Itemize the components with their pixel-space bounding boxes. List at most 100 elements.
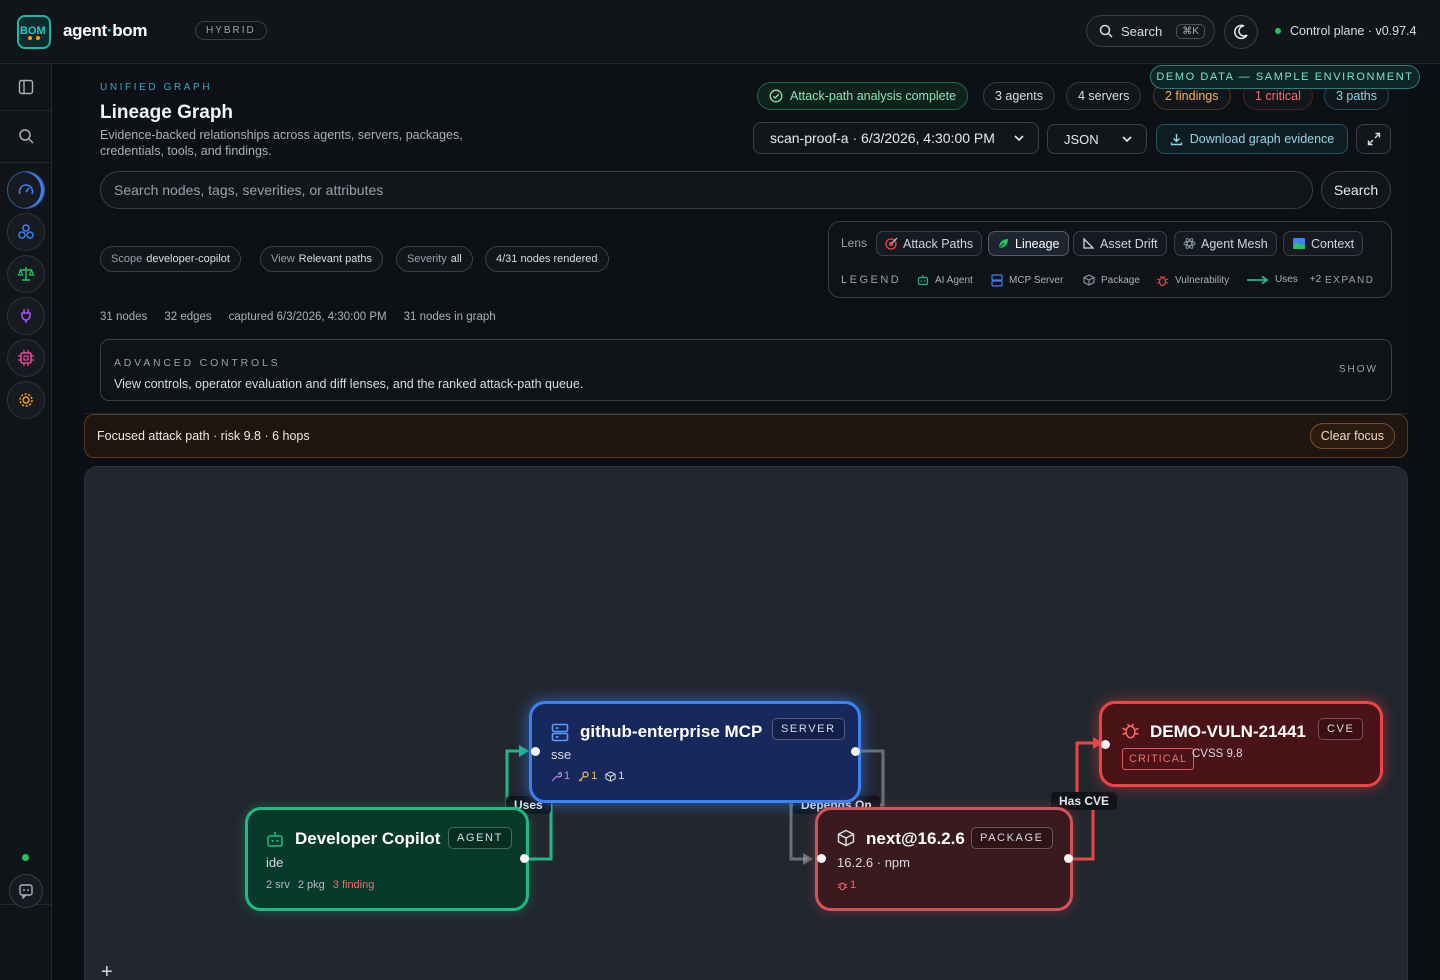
node-title: DEMO-VULN-21441: [1150, 722, 1306, 741]
node-handle[interactable]: [1101, 740, 1110, 749]
node-handle[interactable]: [531, 747, 540, 756]
node-handle[interactable]: [520, 854, 529, 863]
node-title: next@16.2.6: [866, 829, 965, 848]
atom-icon: [1183, 238, 1196, 249]
mode-badge: HYBRID: [195, 21, 267, 40]
status-dot: [1275, 28, 1281, 34]
legend-package: Package: [1083, 274, 1140, 286]
lens-agent-mesh[interactable]: Agent Mesh: [1174, 231, 1277, 256]
legend-vulnerability: Vulnerability: [1156, 274, 1229, 287]
edge-uses-arrowhead: [519, 745, 529, 757]
sidebar-item-integrations[interactable]: [7, 297, 45, 335]
server-icon: [551, 723, 569, 742]
node-type-badge: SERVER: [772, 718, 845, 740]
node-type-badge: AGENT: [448, 827, 512, 849]
package-box-icon: [1083, 274, 1095, 286]
legend-mcp-server: MCP Server: [991, 274, 1063, 287]
rendered-count-chip: 4/31 nodes rendered: [485, 246, 609, 272]
node-handle[interactable]: [817, 854, 826, 863]
node-server[interactable]: github-enterprise MCP SERVER sse 1 1 1: [529, 701, 861, 803]
zoom-in-button[interactable]: +: [101, 961, 113, 980]
plug-icon: [21, 309, 31, 323]
moon-icon: [1234, 24, 1248, 40]
clear-focus-button[interactable]: Clear focus: [1309, 423, 1395, 449]
download-icon: [1170, 133, 1182, 145]
node-meta: 1 1 1: [551, 770, 624, 782]
chat-button[interactable]: [9, 874, 43, 908]
sidebar-item-dashboard[interactable]: [7, 171, 45, 209]
global-search-button[interactable]: Search ⌘K: [1086, 15, 1215, 47]
download-evidence-button[interactable]: Download graph evidence: [1156, 124, 1348, 154]
map-icon: [1293, 238, 1305, 249]
search-icon: [19, 129, 34, 144]
sidebar: [0, 64, 52, 980]
package-count: 1: [605, 770, 624, 782]
check-circle-icon: [769, 89, 783, 103]
leaf-icon: [998, 239, 1008, 249]
search-icon: [1099, 24, 1113, 38]
bug-icon: [1156, 275, 1169, 287]
bug-icon: [1122, 723, 1139, 739]
sidebar-item-runtime[interactable]: [7, 339, 45, 377]
node-type-badge: PACKAGE: [971, 827, 1053, 849]
node-cve[interactable]: DEMO-VULN-21441 CVE CRITICAL CVSS 9.8: [1099, 701, 1383, 787]
graph-search-button[interactable]: Search: [1321, 171, 1391, 209]
vulnerability-count: 1: [837, 879, 856, 891]
graph-nodes-icon: [18, 224, 34, 239]
analysis-status-badge: Attack-path analysis complete: [757, 82, 969, 110]
scan-select-value: scan-proof-a · 6/3/2026, 4:30:00 PM: [770, 130, 995, 146]
format-select-value: JSON: [1064, 131, 1099, 147]
legend-more-count: +2: [1309, 274, 1322, 285]
advanced-controls-toggle[interactable]: SHOW: [1339, 364, 1378, 375]
divider: [0, 162, 52, 163]
sidebar-item-graph[interactable]: [7, 213, 45, 251]
credential-count: 1: [578, 770, 597, 782]
servers-count-badge[interactable]: 4 servers: [1066, 82, 1142, 110]
node-meta: 1: [837, 879, 856, 891]
node-package[interactable]: next@16.2.6 PACKAGE 16.2.6 · npm 1: [815, 807, 1073, 911]
key-icon: [578, 770, 589, 781]
online-status-dot: [22, 854, 29, 861]
theme-toggle-button[interactable]: [1224, 15, 1258, 49]
node-handle[interactable]: [1064, 854, 1073, 863]
lens-lineage[interactable]: Lineage: [988, 231, 1069, 256]
page-eyebrow: UNIFIED GRAPH: [100, 82, 213, 93]
search-label: Search: [1121, 23, 1163, 39]
graph-canvas[interactable]: Uses Depends On Has CVE Developer Copilo…: [84, 466, 1408, 980]
node-type-badge: CVE: [1318, 718, 1364, 740]
legend-expand-button[interactable]: EXPAND: [1325, 275, 1374, 286]
sidebar-toggle-button[interactable]: [7, 68, 45, 106]
legend-uses-edge: Uses +2: [1247, 274, 1321, 285]
node-handle[interactable]: [851, 747, 860, 756]
edge-depends-on-arrowhead: [803, 853, 813, 865]
severity-filter-chip[interactable]: Severity all: [396, 246, 473, 272]
scope-filter-chip[interactable]: Scope developer-copilot: [100, 246, 241, 272]
panel-toggle-icon: [18, 79, 34, 95]
lens-attack-paths[interactable]: Attack Paths: [876, 231, 983, 256]
lens-asset-drift[interactable]: Asset Drift: [1073, 231, 1167, 256]
arrow-right-icon: [1247, 275, 1269, 284]
format-select[interactable]: JSON: [1047, 124, 1147, 154]
page-title: Lineage Graph: [100, 102, 234, 123]
svg-text:BOM: BOM: [20, 25, 46, 37]
demo-data-banner: DEMO DATA — SAMPLE ENVIRONMENT: [1150, 65, 1420, 89]
sidebar-item-compliance[interactable]: [7, 255, 45, 293]
chevron-down-icon: [1014, 135, 1024, 141]
graph-search-input[interactable]: Search nodes, tags, severities, or attri…: [100, 171, 1313, 209]
package-box-icon: [605, 770, 616, 782]
advanced-controls-panel[interactable]: ADVANCED CONTROLS View controls, operato…: [100, 339, 1392, 401]
chat-icon: [19, 884, 33, 899]
agents-count-badge[interactable]: 3 agents: [983, 82, 1055, 110]
robot-icon: [267, 832, 283, 847]
shortcut-badge: ⌘K: [1176, 23, 1205, 39]
sidebar-item-settings[interactable]: [7, 381, 45, 419]
severity-badge: CRITICAL: [1122, 748, 1195, 770]
scan-select[interactable]: scan-proof-a · 6/3/2026, 4:30:00 PM: [753, 122, 1039, 154]
sidebar-item-search[interactable]: [7, 117, 45, 155]
lens-context[interactable]: Context: [1283, 231, 1364, 256]
fullscreen-button[interactable]: [1356, 124, 1391, 154]
view-filter-chip[interactable]: View Relevant paths: [260, 246, 384, 272]
node-subtitle: ide: [266, 855, 284, 870]
app-logo[interactable]: BOM: [17, 15, 51, 49]
node-agent[interactable]: Developer Copilot AGENT ide 2 srv 2 pkg …: [245, 807, 529, 911]
